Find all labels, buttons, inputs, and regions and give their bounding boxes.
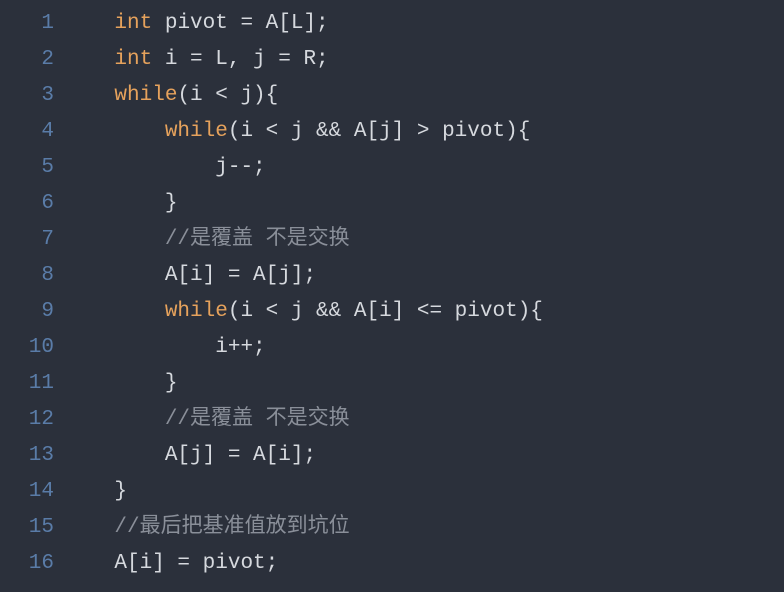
indent [64,336,215,359]
line-number: 16 [0,546,54,582]
indent [64,408,165,431]
code-token: (i < j && A[j] > pivot){ [228,120,530,143]
indent [64,48,114,71]
code-line: while(i < j && A[j] > pivot){ [64,114,784,150]
indent [64,228,165,251]
code-token: (i < j && A[i] <= pivot){ [228,300,543,323]
indent [64,552,114,575]
indent [64,372,165,395]
code-token: } [165,372,178,395]
code-token: (i < j){ [177,84,278,107]
code-token: i++; [215,336,265,359]
line-number: 9 [0,294,54,330]
line-number-gutter: 12345678910111213141516 [0,6,64,582]
indent [64,516,114,539]
code-line: } [64,186,784,222]
indent [64,480,114,503]
code-line: //是覆盖 不是交换 [64,402,784,438]
code-token: while [114,84,177,107]
line-number: 12 [0,402,54,438]
code-line: A[i] = A[j]; [64,258,784,294]
code-line: int pivot = A[L]; [64,6,784,42]
code-token: j--; [215,156,265,179]
code-line: //是覆盖 不是交换 [64,222,784,258]
line-number: 14 [0,474,54,510]
code-line: while(i < j){ [64,78,784,114]
code-token: } [114,480,127,503]
line-number: 4 [0,114,54,150]
code-token: i = L, j = R; [152,48,328,71]
indent [64,120,165,143]
code-token: int [114,48,152,71]
indent [64,12,114,35]
code-token: while [165,300,228,323]
code-token: A[i] = pivot; [114,552,278,575]
code-line: while(i < j && A[i] <= pivot){ [64,294,784,330]
line-number: 10 [0,330,54,366]
code-token: int [114,12,152,35]
code-line: //最后把基准值放到坑位 [64,510,784,546]
indent [64,192,165,215]
code-line: A[i] = pivot; [64,546,784,582]
indent [64,444,165,467]
line-number: 3 [0,78,54,114]
indent [64,264,165,287]
line-number: 8 [0,258,54,294]
code-token: } [165,192,178,215]
line-number: 5 [0,150,54,186]
code-token: pivot = A[L]; [152,12,328,35]
line-number: 1 [0,6,54,42]
indent [64,300,165,323]
line-number: 15 [0,510,54,546]
indent [64,156,215,179]
line-number: 11 [0,366,54,402]
code-line: } [64,474,784,510]
code-line: A[j] = A[i]; [64,438,784,474]
code-token: while [165,120,228,143]
code-line: int i = L, j = R; [64,42,784,78]
code-editor: 12345678910111213141516 int pivot = A[L]… [0,0,784,582]
line-number: 2 [0,42,54,78]
line-number: 7 [0,222,54,258]
code-token: //是覆盖 不是交换 [165,408,350,431]
code-token: A[j] = A[i]; [165,444,316,467]
code-area: int pivot = A[L]; int i = L, j = R; whil… [64,6,784,582]
code-line: } [64,366,784,402]
line-number: 13 [0,438,54,474]
indent [64,84,114,107]
code-token: //是覆盖 不是交换 [165,228,350,251]
code-line: i++; [64,330,784,366]
code-token: A[i] = A[j]; [165,264,316,287]
line-number: 6 [0,186,54,222]
code-token: //最后把基准值放到坑位 [114,516,349,539]
code-line: j--; [64,150,784,186]
